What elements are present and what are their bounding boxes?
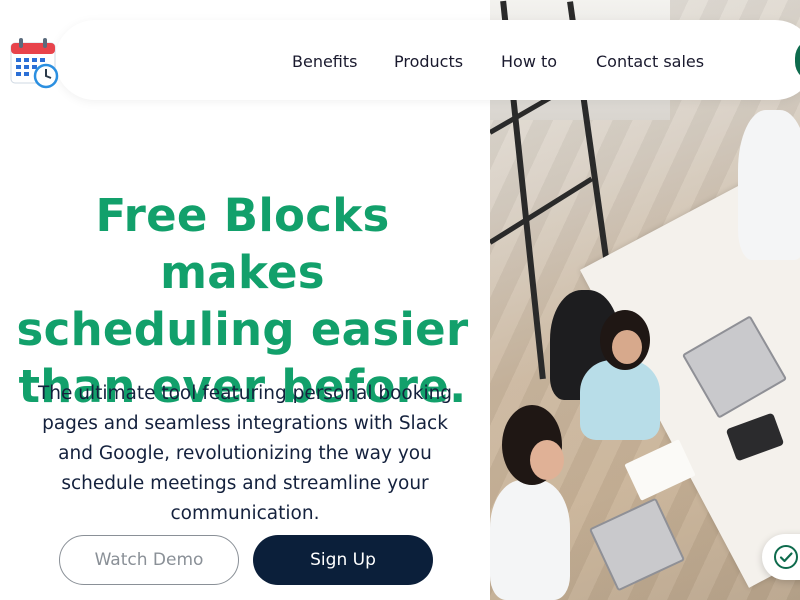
photo-person-blue <box>580 360 660 440</box>
nav-link-benefits[interactable]: Benefits <box>292 52 358 71</box>
nav-link-how-to[interactable]: How to <box>501 52 557 71</box>
hero-subtitle: The ultimate tool featuring personal boo… <box>37 383 453 524</box>
photo-face <box>612 330 642 364</box>
check-badge[interactable] <box>762 534 800 580</box>
photo-person-white <box>490 480 570 600</box>
calendar-clock-icon[interactable] <box>9 37 59 89</box>
sign-up-button[interactable]: Sign Up <box>253 535 433 585</box>
nav-link-products[interactable]: Products <box>394 52 463 71</box>
watch-demo-button[interactable]: Watch Demo <box>59 535 239 585</box>
photo-person-standing <box>738 110 800 260</box>
check-circle-icon <box>774 545 798 569</box>
photo-face <box>530 440 564 480</box>
nav-link-contact-sales[interactable]: Contact sales <box>596 52 704 71</box>
